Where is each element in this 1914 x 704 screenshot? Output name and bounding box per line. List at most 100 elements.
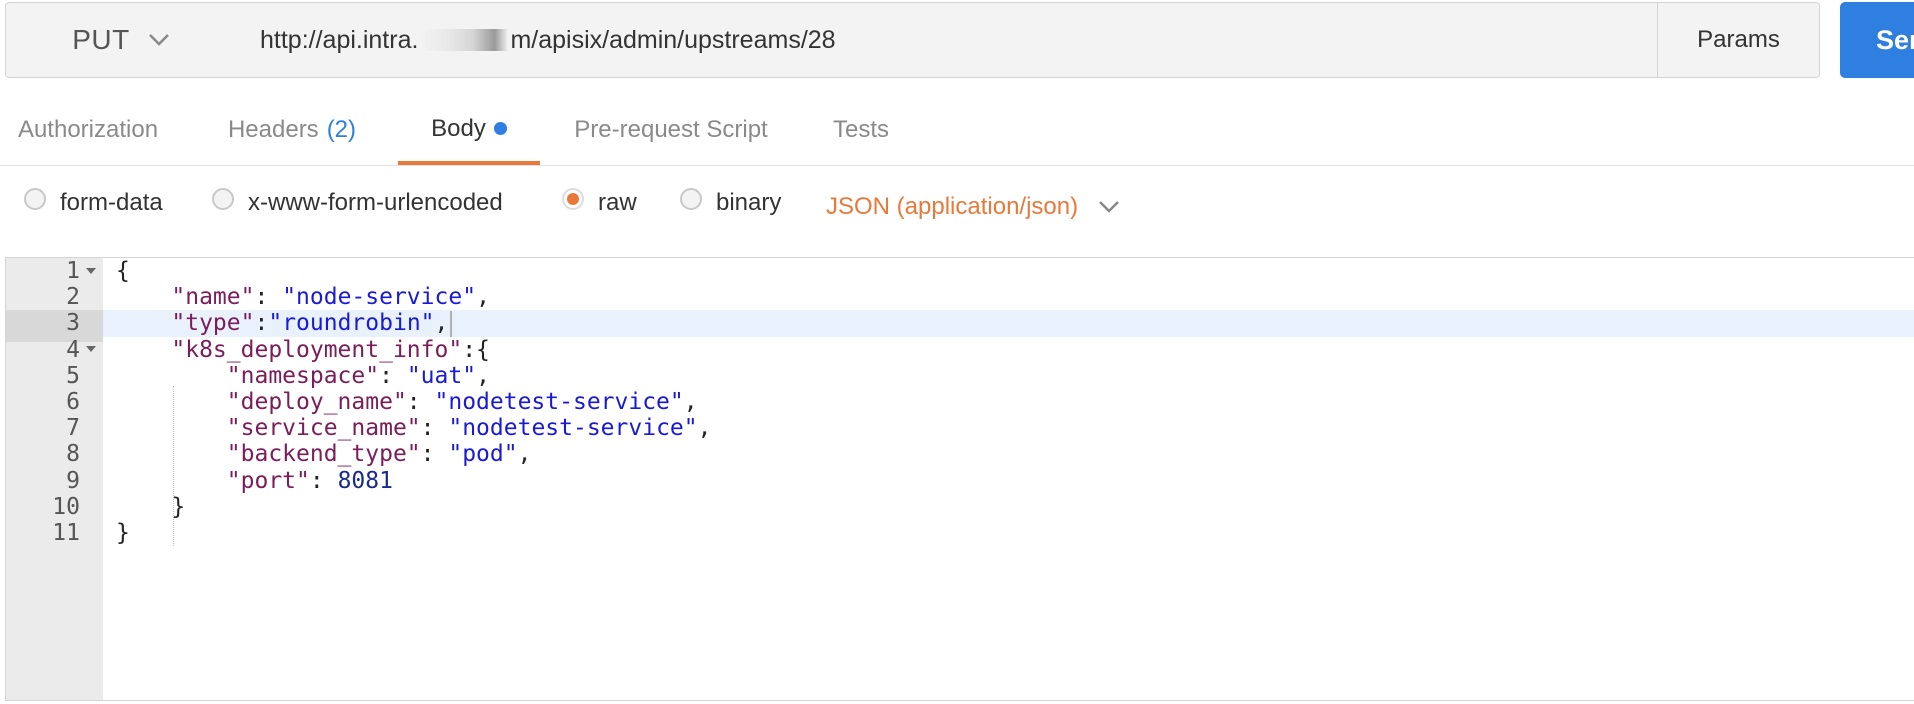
mode-label: x-www-form-urlencoded <box>248 189 503 216</box>
url-suffix: m/apisix/admin/upstreams/28 <box>510 25 836 54</box>
send-label: Sen <box>1876 24 1914 55</box>
code-token: :{ <box>462 336 490 363</box>
code-token: "node-service" <box>282 284 477 311</box>
code-area[interactable]: { "name": "node-service", "type":"roundr… <box>103 258 1914 700</box>
mode-binary[interactable]: binary <box>680 180 781 226</box>
line-number: 9 <box>66 467 80 494</box>
code-token: , <box>476 362 490 389</box>
radio-button[interactable] <box>212 188 234 210</box>
line-number: 10 <box>52 493 80 520</box>
radio-button-selected[interactable] <box>562 188 584 210</box>
chevron-down-icon <box>148 33 170 47</box>
request-bar: PUT http://api.intra. m/apisix/admin/ups… <box>0 0 1914 80</box>
tab-headers[interactable]: Headers (2) <box>212 96 372 164</box>
content-type-dropdown[interactable]: JSON (application/json) <box>826 184 1120 230</box>
code-token: , <box>683 389 698 415</box>
redacted-region <box>420 29 509 51</box>
tab-label: Body <box>431 114 486 142</box>
code-token: "nodetest-service" <box>434 389 684 415</box>
code-token: : <box>379 362 407 389</box>
code-token: , <box>476 284 490 311</box>
line-number: 5 <box>66 362 80 389</box>
code-token: "backend_type" <box>226 441 421 468</box>
fold-arrow-icon[interactable] <box>86 258 98 284</box>
code-token: "namespace" <box>226 362 380 389</box>
code-line: } <box>103 494 1914 520</box>
tab-label: Pre-request Script <box>574 116 768 143</box>
code-token: : <box>254 284 283 311</box>
code-token: , <box>434 310 449 337</box>
url-input[interactable]: http://api.intra. m/apisix/admin/upstrea… <box>236 2 1658 78</box>
code-token: "service_name" <box>226 415 421 442</box>
params-label: Params <box>1697 26 1780 53</box>
code-token: : <box>420 415 449 442</box>
headers-count-badge: (2) <box>326 116 357 143</box>
content-type-label: JSON (application/json) <box>826 193 1079 220</box>
code-token: "k8s_deployment_info" <box>171 336 463 363</box>
radio-button[interactable] <box>680 188 702 210</box>
tab-authorization[interactable]: Authorization <box>0 96 176 164</box>
tab-label: Tests <box>832 116 889 143</box>
code-line: "port": 8081 <box>103 468 1914 494</box>
code-line: "name": "node-service", <box>103 284 1914 310</box>
code-line: } <box>103 520 1914 546</box>
request-tabs: Authorization Headers (2) Body Pre-reque… <box>0 96 1914 166</box>
code-token: : <box>254 310 269 337</box>
radio-button[interactable] <box>24 188 46 210</box>
mode-raw[interactable]: raw <box>562 180 637 226</box>
code-token: "uat" <box>406 362 477 389</box>
mode-label: binary <box>716 189 782 216</box>
tab-tests[interactable]: Tests <box>814 96 908 164</box>
body-editor[interactable]: 1 2 3 4 5 6 7 8 9 10 11 { "name": "node-service", … <box>5 257 1914 701</box>
code-token: "name" <box>171 284 255 311</box>
mode-x-www-form-urlencoded[interactable]: x-www-form-urlencoded <box>212 180 503 226</box>
modified-dot-icon <box>493 122 507 135</box>
tab-pre-request-script[interactable]: Pre-request Script <box>556 96 786 164</box>
line-number: 7 <box>66 415 80 442</box>
text-cursor <box>450 310 453 337</box>
line-number: 4 <box>66 336 80 363</box>
send-button[interactable]: Sen <box>1840 2 1914 78</box>
code-token: : <box>406 389 435 415</box>
code-line: "deploy_name": "nodetest-service", <box>103 389 1914 415</box>
code-token: "nodetest-service" <box>448 415 698 442</box>
line-number: 3 <box>66 310 80 337</box>
code-token: : <box>420 441 449 468</box>
code-token: "roundrobin" <box>268 310 435 337</box>
chevron-down-icon <box>1098 200 1120 214</box>
line-number: 1 <box>66 258 80 284</box>
line-number: 8 <box>66 441 80 468</box>
code-token: } <box>116 493 186 520</box>
mode-label: raw <box>598 189 637 216</box>
tab-label: Headers <box>227 116 319 143</box>
tab-body[interactable]: Body <box>398 96 540 165</box>
code-token: "pod" <box>448 441 518 468</box>
code-token: : <box>309 467 338 494</box>
code-token: 8081 <box>337 467 393 494</box>
line-number: 2 <box>66 284 80 311</box>
mode-form-data[interactable]: form-data <box>24 180 163 226</box>
tab-label: Authorization <box>17 116 159 143</box>
line-number: 11 <box>52 520 80 546</box>
line-number: 6 <box>66 389 80 415</box>
code-line: "backend_type": "pod", <box>103 441 1914 467</box>
method-dropdown[interactable]: PUT <box>5 2 237 78</box>
code-token: { <box>116 258 130 284</box>
url-prefix: http://api.intra. <box>260 25 419 54</box>
code-token: "deploy_name" <box>226 389 407 415</box>
code-line: "type":"roundrobin", <box>103 310 1914 337</box>
method-label: PUT <box>72 24 130 55</box>
fold-arrow-icon[interactable] <box>86 337 98 363</box>
code-token: , <box>697 415 712 442</box>
code-line: "namespace": "uat", <box>103 363 1914 389</box>
code-line: "k8s_deployment_info":{ <box>103 337 1914 363</box>
params-button[interactable]: Params <box>1657 2 1820 78</box>
